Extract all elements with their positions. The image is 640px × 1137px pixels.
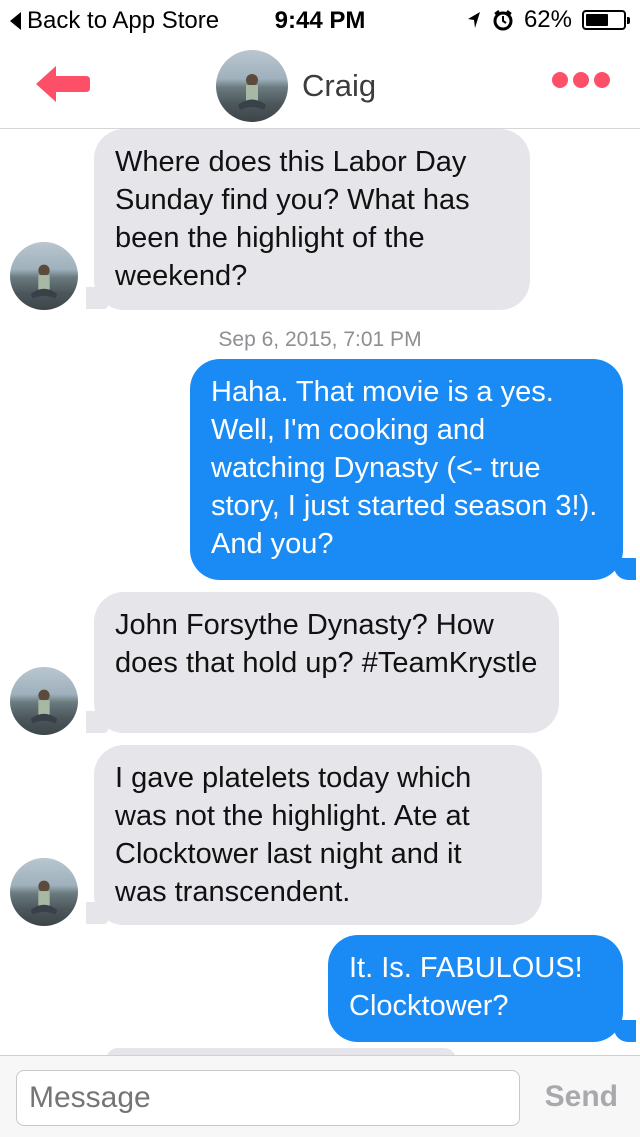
send-button[interactable]: Send xyxy=(545,1080,618,1114)
message-bubble-incoming[interactable]: I gave platelets today which was not the… xyxy=(94,745,542,925)
more-options-icon[interactable] xyxy=(552,72,610,88)
location-arrow-icon xyxy=(467,12,480,28)
status-bar: Back to App Store 9:44 PM 62% xyxy=(0,0,640,40)
contact-name: Craig xyxy=(302,68,377,103)
avatar[interactable] xyxy=(10,667,78,735)
message-bubble-outgoing[interactable]: Haha. That movie is a yes. Well, I'm coo… xyxy=(190,359,623,580)
message-bubble-outgoing[interactable]: It. Is. FABULOUS! Clocktower? xyxy=(328,935,623,1042)
battery-icon xyxy=(582,10,630,30)
back-arrow-icon[interactable] xyxy=(32,62,92,106)
message-input[interactable] xyxy=(16,1070,520,1126)
avatar[interactable] xyxy=(10,242,78,310)
message-composer: Send xyxy=(0,1055,640,1137)
alarm-icon xyxy=(493,10,513,31)
avatar[interactable] xyxy=(216,50,288,122)
message-timestamp: Sep 6, 2015, 7:01 PM xyxy=(218,328,422,351)
avatar[interactable] xyxy=(10,858,78,926)
chat-title[interactable]: Craig xyxy=(216,50,376,122)
message-bubble-incoming[interactable]: Where does this Labor Day Sunday find yo… xyxy=(94,129,530,310)
status-right: 62% xyxy=(466,6,630,34)
chat-header: Craig xyxy=(0,40,640,129)
message-bubble-incoming[interactable]: John Forsythe Dynasty? How does that hol… xyxy=(94,592,559,733)
battery-percent: 62% xyxy=(523,6,572,33)
